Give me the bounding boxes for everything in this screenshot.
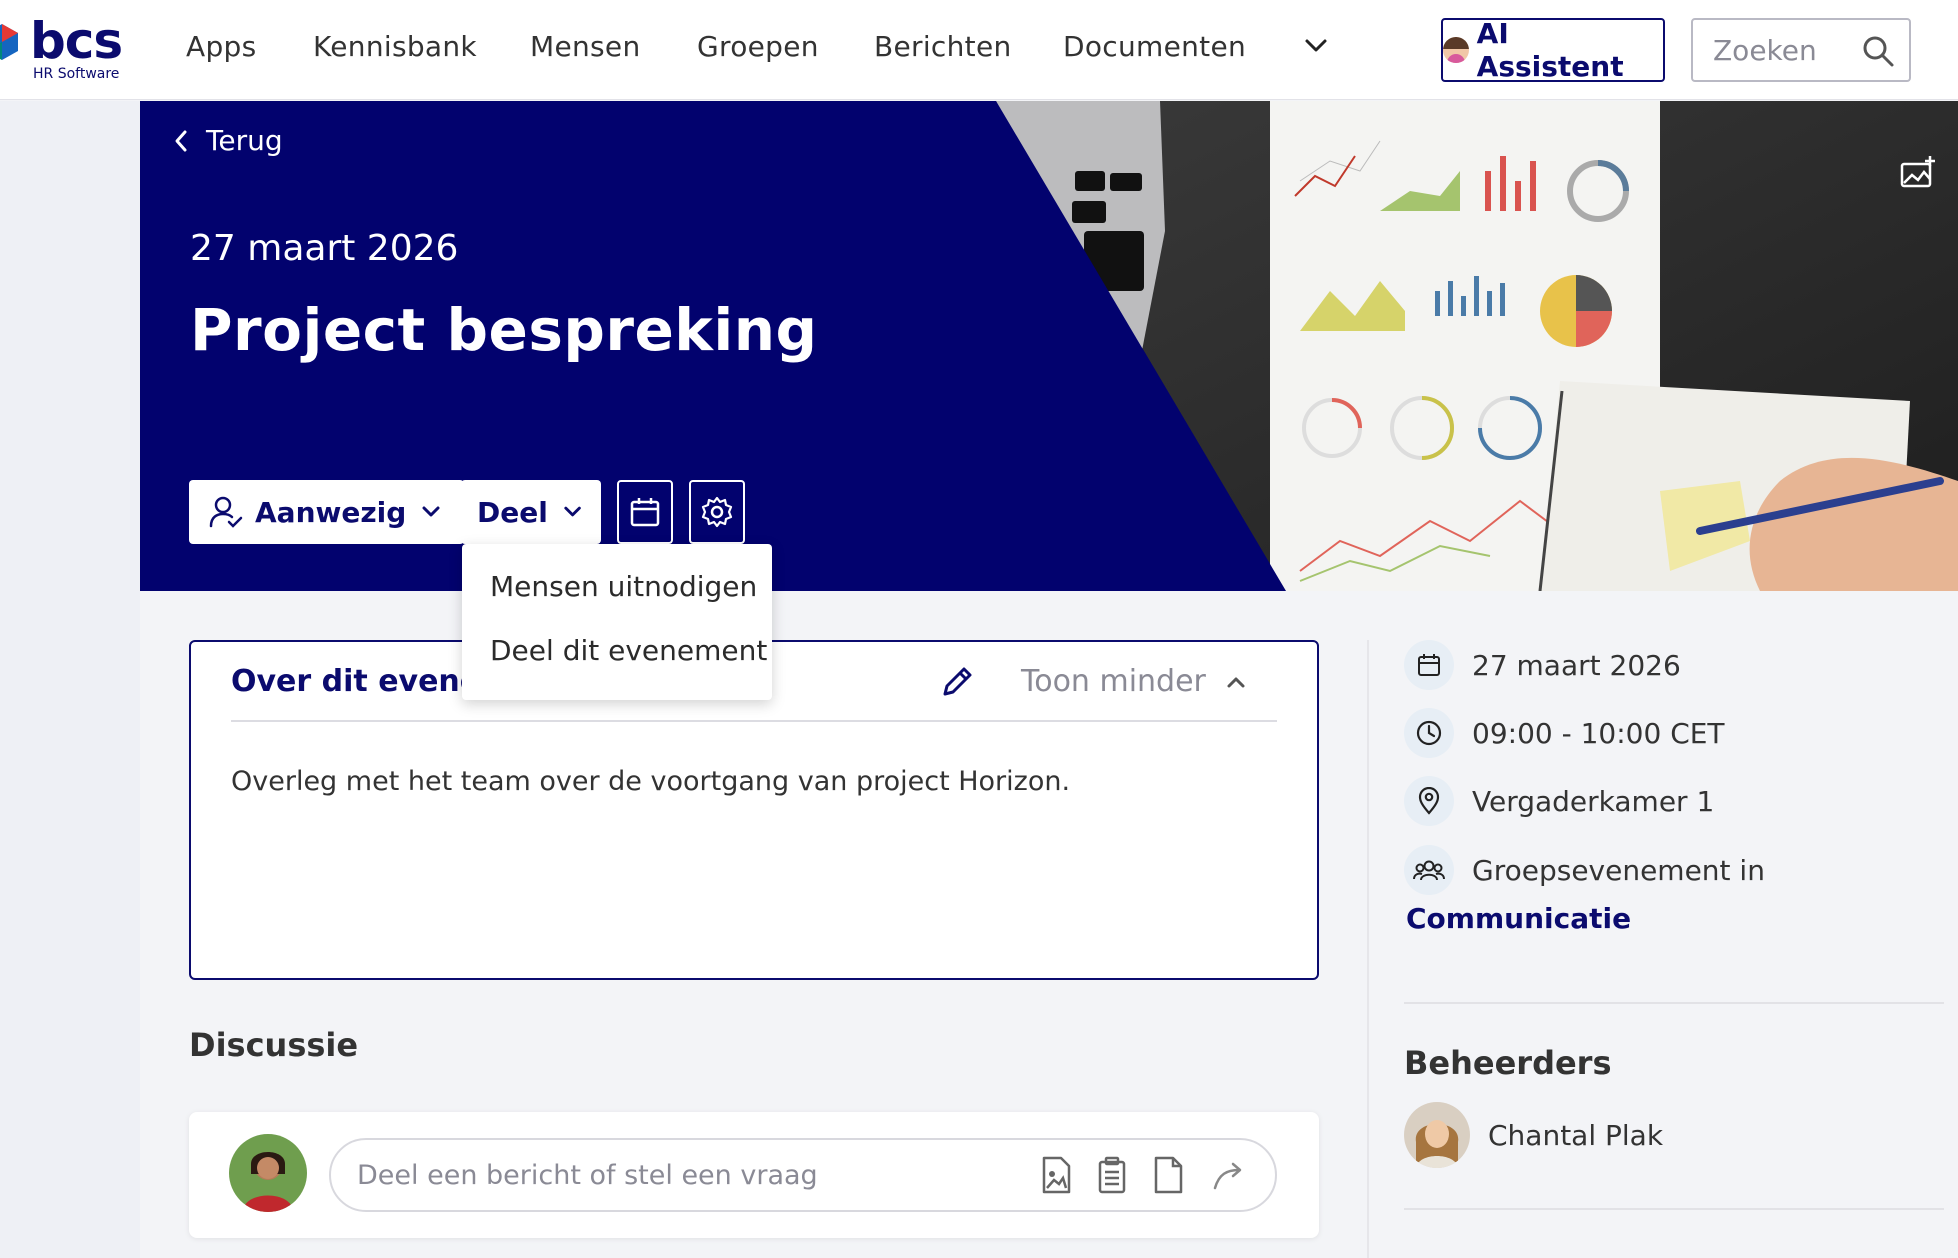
discussion-title: Discussie: [189, 1026, 359, 1064]
event-date: 27 maart 2026: [190, 228, 459, 269]
admin-name: Chantal Plak: [1488, 1118, 1664, 1152]
pencil-icon[interactable]: [939, 664, 975, 700]
attendance-label: Aanwezig: [255, 495, 407, 529]
event-title: Project bespreking: [190, 296, 818, 364]
top-navigation: bcs HR Software Apps Kennisbank Mensen G…: [0, 0, 1958, 100]
bcs-logo[interactable]: bcs HR Software: [0, 12, 140, 86]
column-divider: [1367, 640, 1369, 1258]
admin-item[interactable]: Chantal Plak: [1404, 1102, 1663, 1168]
details-divider: [1404, 1002, 1944, 1004]
discussion-composer: Deel een bericht of stel een vraag: [189, 1112, 1319, 1238]
attendance-button[interactable]: Aanwezig: [189, 480, 465, 544]
detail-date: 27 maart 2026: [1404, 640, 1681, 690]
detail-group: Groepsevenement in: [1404, 845, 1765, 895]
share-dropdown-menu: Mensen uitnodigen Deel dit evenement: [462, 544, 772, 700]
detail-group-prefix: Groepsevenement in: [1472, 853, 1765, 887]
logo-wordmark: bcs: [30, 12, 123, 70]
detail-location: Vergaderkamer 1: [1404, 776, 1714, 826]
settings-button[interactable]: [689, 480, 745, 544]
share-button[interactable]: Deel: [461, 480, 601, 544]
gear-icon: [701, 496, 733, 528]
clock-icon: [1404, 708, 1454, 758]
back-link[interactable]: Terug: [172, 124, 283, 157]
file-attach-icon[interactable]: [1151, 1156, 1185, 1194]
ai-assistant-button[interactable]: AI Assistent: [1441, 17, 1665, 83]
detail-time: 09:00 - 10:00 CET: [1404, 708, 1725, 758]
search-placeholder: Zoeken: [1713, 34, 1817, 67]
location-pin-icon: [1404, 776, 1454, 826]
menu-item-share-event[interactable]: Deel dit evenement: [490, 634, 767, 667]
chevron-down-icon: [564, 506, 581, 517]
group-icon: [1404, 845, 1454, 895]
add-to-calendar-button[interactable]: [617, 480, 673, 544]
share-label: Deel: [477, 495, 548, 529]
chevron-down-icon: [422, 506, 440, 517]
message-placeholder: Deel een bericht of stel een vraag: [357, 1160, 818, 1191]
detail-time-text: 09:00 - 10:00 CET: [1472, 716, 1725, 750]
about-divider: [231, 720, 1277, 722]
assistant-avatar-icon: [1443, 37, 1469, 63]
nav-kennisbank[interactable]: Kennisbank: [313, 30, 477, 63]
detail-date-text: 27 maart 2026: [1472, 648, 1681, 682]
toggle-less-button[interactable]: Toon minder: [1021, 664, 1248, 699]
nav-apps[interactable]: Apps: [186, 30, 257, 63]
event-description: Overleg met het team over de voortgang v…: [231, 766, 1071, 797]
send-icon[interactable]: [1207, 1156, 1251, 1194]
ai-assistant-label: AI Assistent: [1476, 17, 1624, 83]
chevron-left-icon: [175, 130, 187, 151]
menu-item-invite-people[interactable]: Mensen uitnodigen: [490, 570, 757, 603]
toggle-label: Toon minder: [1021, 664, 1206, 699]
nav-groepen[interactable]: Groepen: [697, 30, 819, 63]
detail-location-text: Vergaderkamer 1: [1472, 784, 1715, 818]
image-upload-icon[interactable]: [1039, 1156, 1073, 1194]
user-check-icon: [209, 496, 243, 528]
chevron-down-icon[interactable]: [1300, 30, 1332, 62]
admins-title: Beheerders: [1404, 1044, 1612, 1082]
message-input[interactable]: Deel een bericht of stel een vraag: [329, 1138, 1277, 1212]
current-user-avatar: [229, 1134, 307, 1212]
calendar-icon: [630, 498, 660, 527]
poll-icon[interactable]: [1095, 1156, 1129, 1194]
nav-berichten[interactable]: Berichten: [874, 30, 1012, 63]
back-label: Terug: [206, 124, 283, 157]
calendar-icon: [1404, 640, 1454, 690]
left-background-strip: [0, 101, 140, 1258]
admin-avatar: [1404, 1102, 1470, 1168]
search-icon[interactable]: [1861, 34, 1895, 68]
nav-documenten[interactable]: Documenten: [1063, 30, 1246, 63]
group-link[interactable]: Communicatie: [1406, 902, 1631, 935]
admins-divider: [1404, 1208, 1944, 1210]
search-input[interactable]: Zoeken: [1691, 18, 1911, 82]
logo-subtitle: HR Software: [33, 66, 120, 82]
logo-mark-icon: [0, 24, 18, 60]
nav-mensen[interactable]: Mensen: [530, 30, 641, 63]
chevron-up-icon: [1227, 677, 1245, 687]
